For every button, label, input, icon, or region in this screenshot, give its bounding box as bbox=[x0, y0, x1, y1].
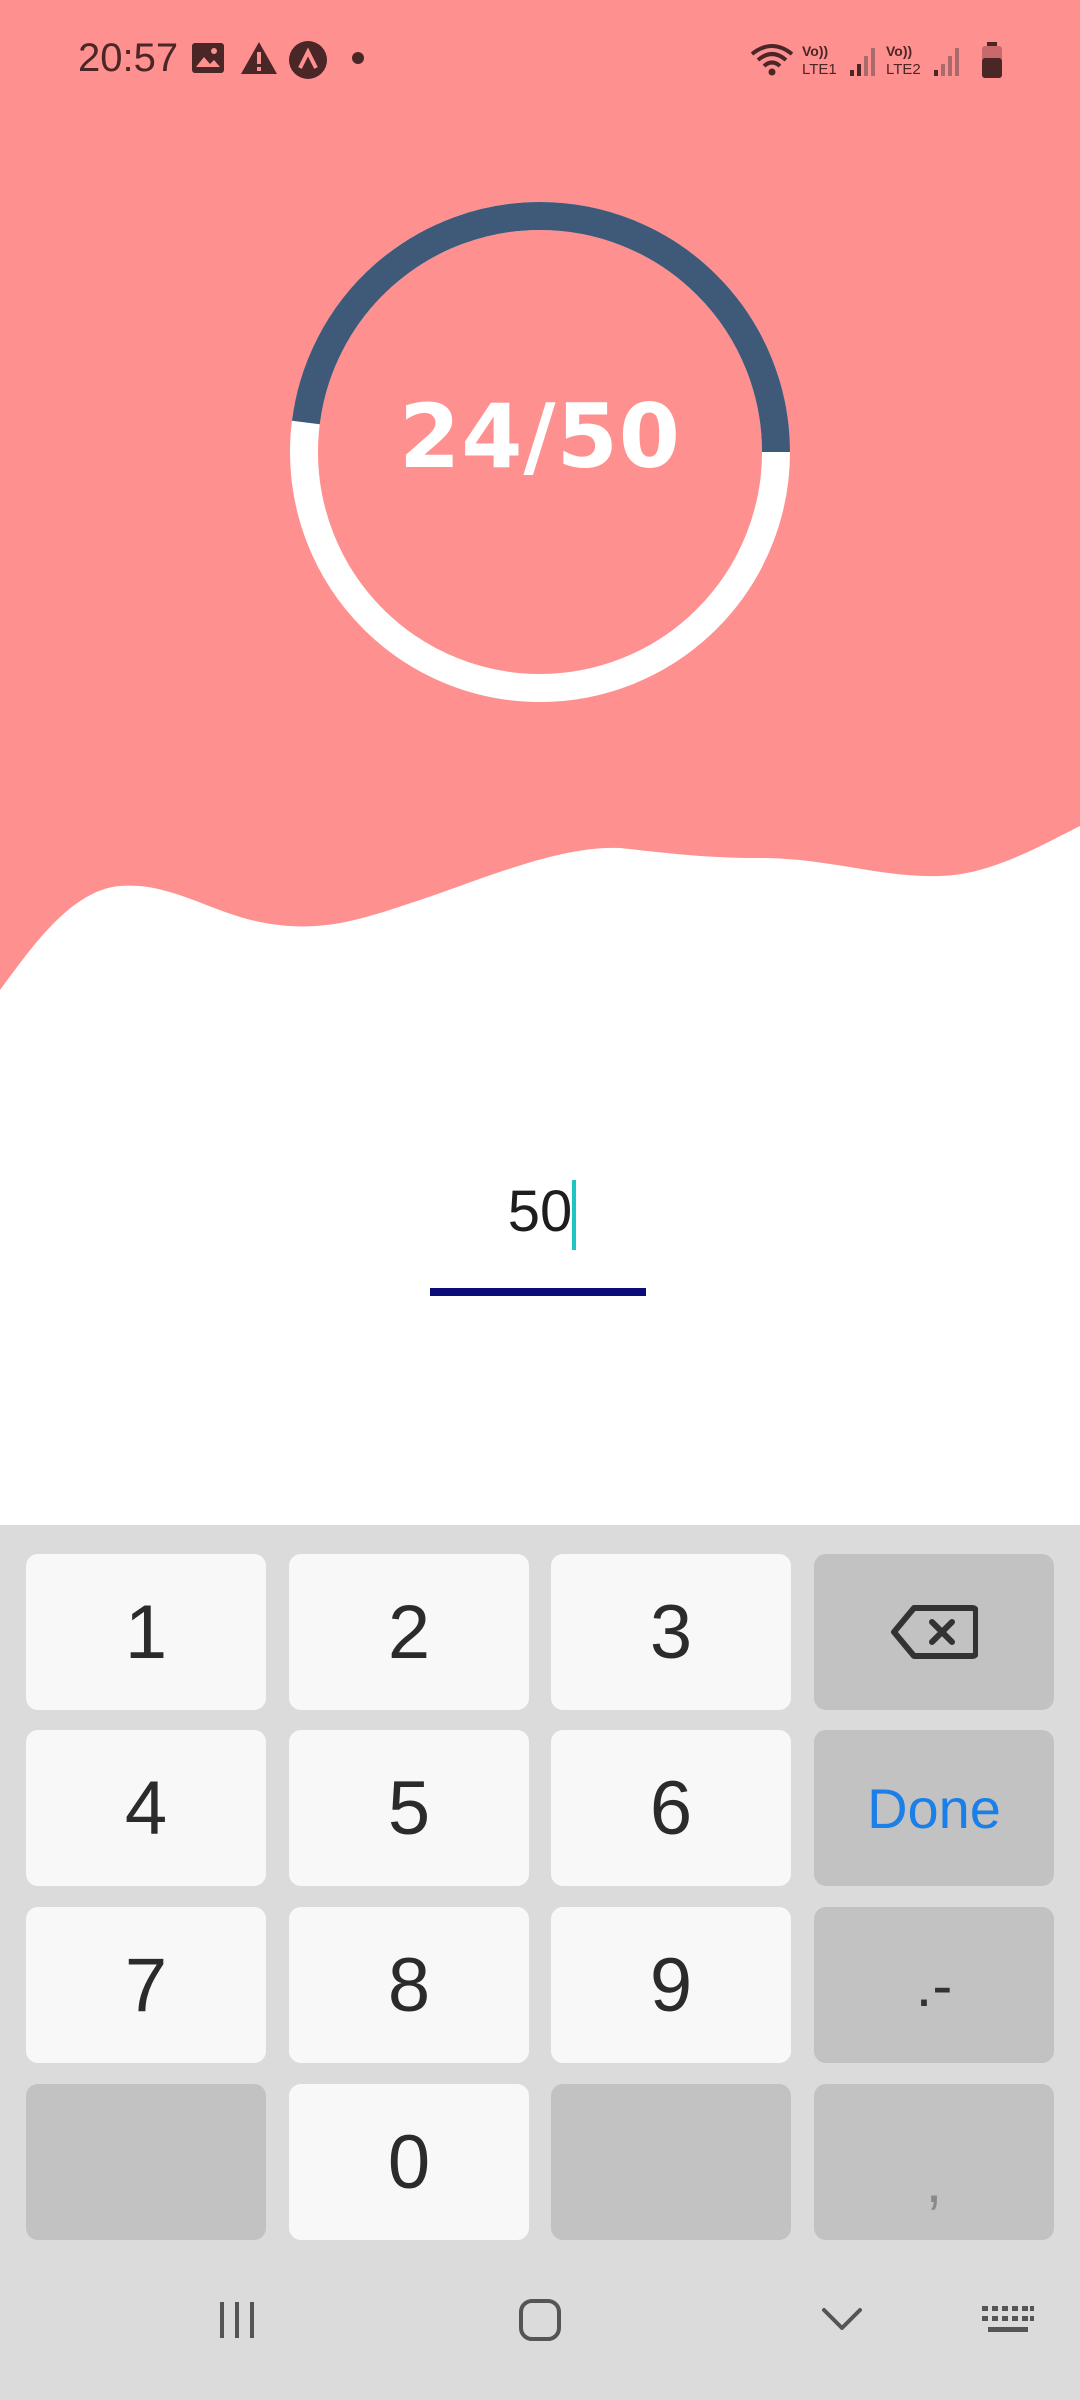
svg-text:Vo)): Vo)) bbox=[886, 43, 912, 59]
done-key[interactable]: Done bbox=[814, 1730, 1054, 1886]
key-5[interactable]: 5 bbox=[289, 1730, 529, 1886]
signal-1-icon bbox=[850, 48, 875, 76]
empty-key-right bbox=[551, 2084, 791, 2240]
system-nav-bar bbox=[0, 2250, 1080, 2400]
status-bar: 20:57 Vo)) LTE1 Vo)) LTE2 bbox=[0, 0, 1080, 120]
key-7[interactable]: 7 bbox=[26, 1907, 266, 2063]
volte-lte1-icon: Vo)) LTE1 bbox=[802, 43, 837, 78]
notification-dot bbox=[352, 52, 364, 64]
backspace-icon bbox=[891, 1605, 978, 1659]
progress-count-text: 24/50 bbox=[398, 385, 682, 488]
comma-key[interactable]: , bbox=[814, 2084, 1054, 2240]
signal-2-icon bbox=[934, 48, 959, 76]
alert-icon bbox=[241, 42, 277, 74]
key-8[interactable]: 8 bbox=[289, 1907, 529, 2063]
wifi-icon bbox=[750, 44, 794, 76]
goal-input-value[interactable]: 50 bbox=[430, 1178, 650, 1245]
key-9[interactable]: 9 bbox=[551, 1907, 791, 2063]
back-icon[interactable] bbox=[820, 2304, 864, 2334]
empty-key-left bbox=[26, 2084, 266, 2240]
keyboard-switch-icon[interactable] bbox=[980, 2302, 1036, 2338]
battery-icon bbox=[982, 42, 1002, 78]
app-screen: 20:57 Vo)) LTE1 Vo)) LTE2 24/50 50 1 2 3… bbox=[0, 0, 1080, 2400]
app-icon bbox=[289, 41, 327, 79]
goal-input[interactable]: 50 bbox=[430, 1160, 650, 1296]
key-4[interactable]: 4 bbox=[26, 1730, 266, 1886]
key-0[interactable]: 0 bbox=[289, 2084, 529, 2240]
svg-text:LTE2: LTE2 bbox=[886, 61, 921, 78]
dot-minus-key[interactable]: .- bbox=[814, 1907, 1054, 2063]
backspace-key[interactable] bbox=[814, 1554, 1054, 1710]
svg-text:Vo)): Vo)) bbox=[802, 43, 828, 59]
key-2[interactable]: 2 bbox=[289, 1554, 529, 1710]
goal-input-underline bbox=[430, 1288, 646, 1296]
recent-apps-icon[interactable] bbox=[216, 2298, 258, 2342]
key-6[interactable]: 6 bbox=[551, 1730, 791, 1886]
volte-lte2-icon: Vo)) LTE2 bbox=[886, 43, 921, 78]
status-time: 20:57 bbox=[78, 36, 179, 80]
home-icon[interactable] bbox=[516, 2296, 564, 2344]
key-1[interactable]: 1 bbox=[26, 1554, 266, 1710]
gallery-icon bbox=[192, 43, 224, 73]
key-3[interactable]: 3 bbox=[551, 1554, 791, 1710]
svg-text:LTE1: LTE1 bbox=[802, 61, 837, 78]
text-caret bbox=[572, 1180, 576, 1250]
